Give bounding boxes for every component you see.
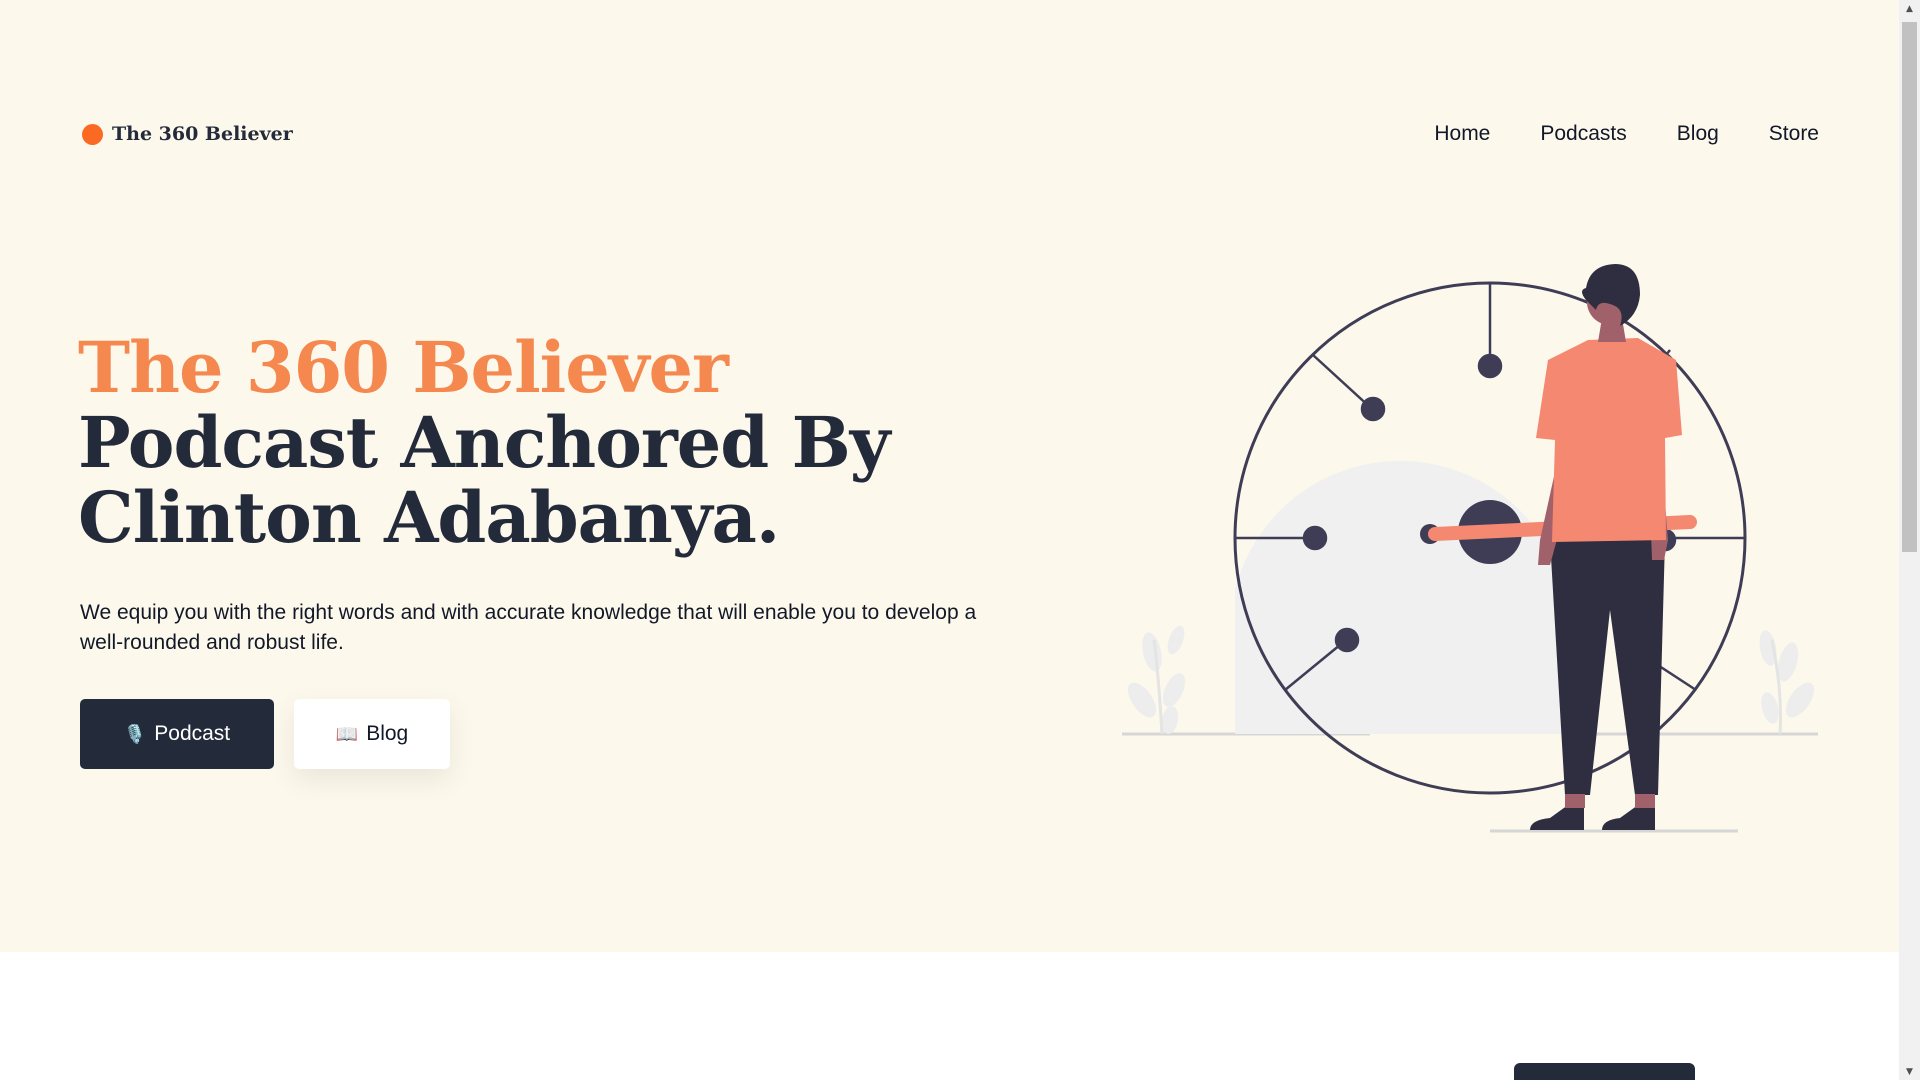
grey-blob [1235, 460, 1565, 734]
nav-item-podcasts[interactable]: Podcasts [1540, 122, 1626, 146]
blog-button-label: Blog [366, 722, 409, 745]
hero-title-rest: Podcast Anchored By Clinton Adabanya. [78, 401, 890, 559]
hero-subtitle: We equip you with the right words and wi… [80, 601, 977, 654]
microphone-icon: 🎙️ [123, 724, 147, 744]
nav-item-blog[interactable]: Blog [1677, 122, 1719, 146]
vertical-scrollbar[interactable]: ▲ ▼ [1899, 0, 1920, 1080]
next-section [0, 952, 1899, 1080]
hero-illustration [1122, 264, 1818, 833]
ground-lines [1122, 732, 1818, 833]
scroll-thumb[interactable] [1902, 22, 1917, 552]
blog-button[interactable]: 📖 Blog [294, 699, 450, 769]
brand-name: The 360 Believer [112, 123, 293, 145]
nav-item-home[interactable]: Home [1434, 122, 1490, 146]
hero-title-accent: The 360 Believer [78, 326, 729, 409]
next-section-card [1514, 1063, 1695, 1080]
page-viewport: The 360 Believer Home Podcasts Blog Stor… [0, 0, 1899, 1080]
scroll-down-icon[interactable]: ▼ [1899, 1063, 1920, 1080]
plant-right [1759, 630, 1815, 735]
main-nav: Home Podcasts Blog Store [1434, 122, 1819, 146]
plant-left [1127, 625, 1186, 735]
hero-section: The 360 Believer Home Podcasts Blog Stor… [0, 0, 1899, 952]
brand-dot-icon [82, 123, 103, 145]
hero-title: The 360 Believer Podcast Anchored By Cli… [78, 330, 1038, 555]
book-icon: 📖 [335, 724, 359, 744]
brand-logo[interactable]: The 360 Believer [82, 123, 293, 145]
scroll-up-icon[interactable]: ▲ [1899, 0, 1920, 17]
podcast-button[interactable]: 🎙️ Podcast [80, 699, 274, 769]
nav-item-store[interactable]: Store [1769, 122, 1819, 146]
podcast-button-label: Podcast [154, 722, 231, 745]
